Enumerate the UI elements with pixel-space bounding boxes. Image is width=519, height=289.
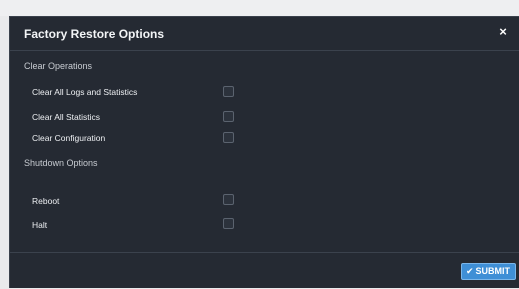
dialog-title: Factory Restore Options [24,27,165,41]
checkbox-clear-all-statistics[interactable] [223,111,234,122]
factory-restore-dialog: Factory Restore Options × Clear Operatio… [9,16,519,288]
option-label-clear-configuration: Clear Configuration [32,133,106,143]
option-label-clear-all-statistics: Clear All Statistics [32,112,101,122]
submit-button[interactable]: ✔ SUBMIT [460,263,516,280]
submit-button-label: SUBMIT [475,266,511,276]
checkbox-clear-configuration[interactable] [223,132,234,143]
dialog-footer: ✔ SUBMIT [10,252,519,289]
checkbox-halt[interactable] [223,218,234,229]
option-label-clear-logs-and-statistics: Clear All Logs and Statistics [32,87,138,97]
check-icon: ✔ [465,266,474,276]
dialog-header: Factory Restore Options × [10,17,519,51]
checkbox-reboot[interactable] [223,194,234,205]
checkbox-clear-logs-and-statistics[interactable] [223,86,234,97]
option-label-reboot: Reboot [32,196,60,206]
page-background [0,0,519,16]
option-label-halt: Halt [32,220,48,230]
section-title-clear-operations: Clear Operations [24,61,93,71]
close-icon[interactable]: × [495,24,511,40]
section-title-shutdown-options: Shutdown Options [24,158,98,168]
